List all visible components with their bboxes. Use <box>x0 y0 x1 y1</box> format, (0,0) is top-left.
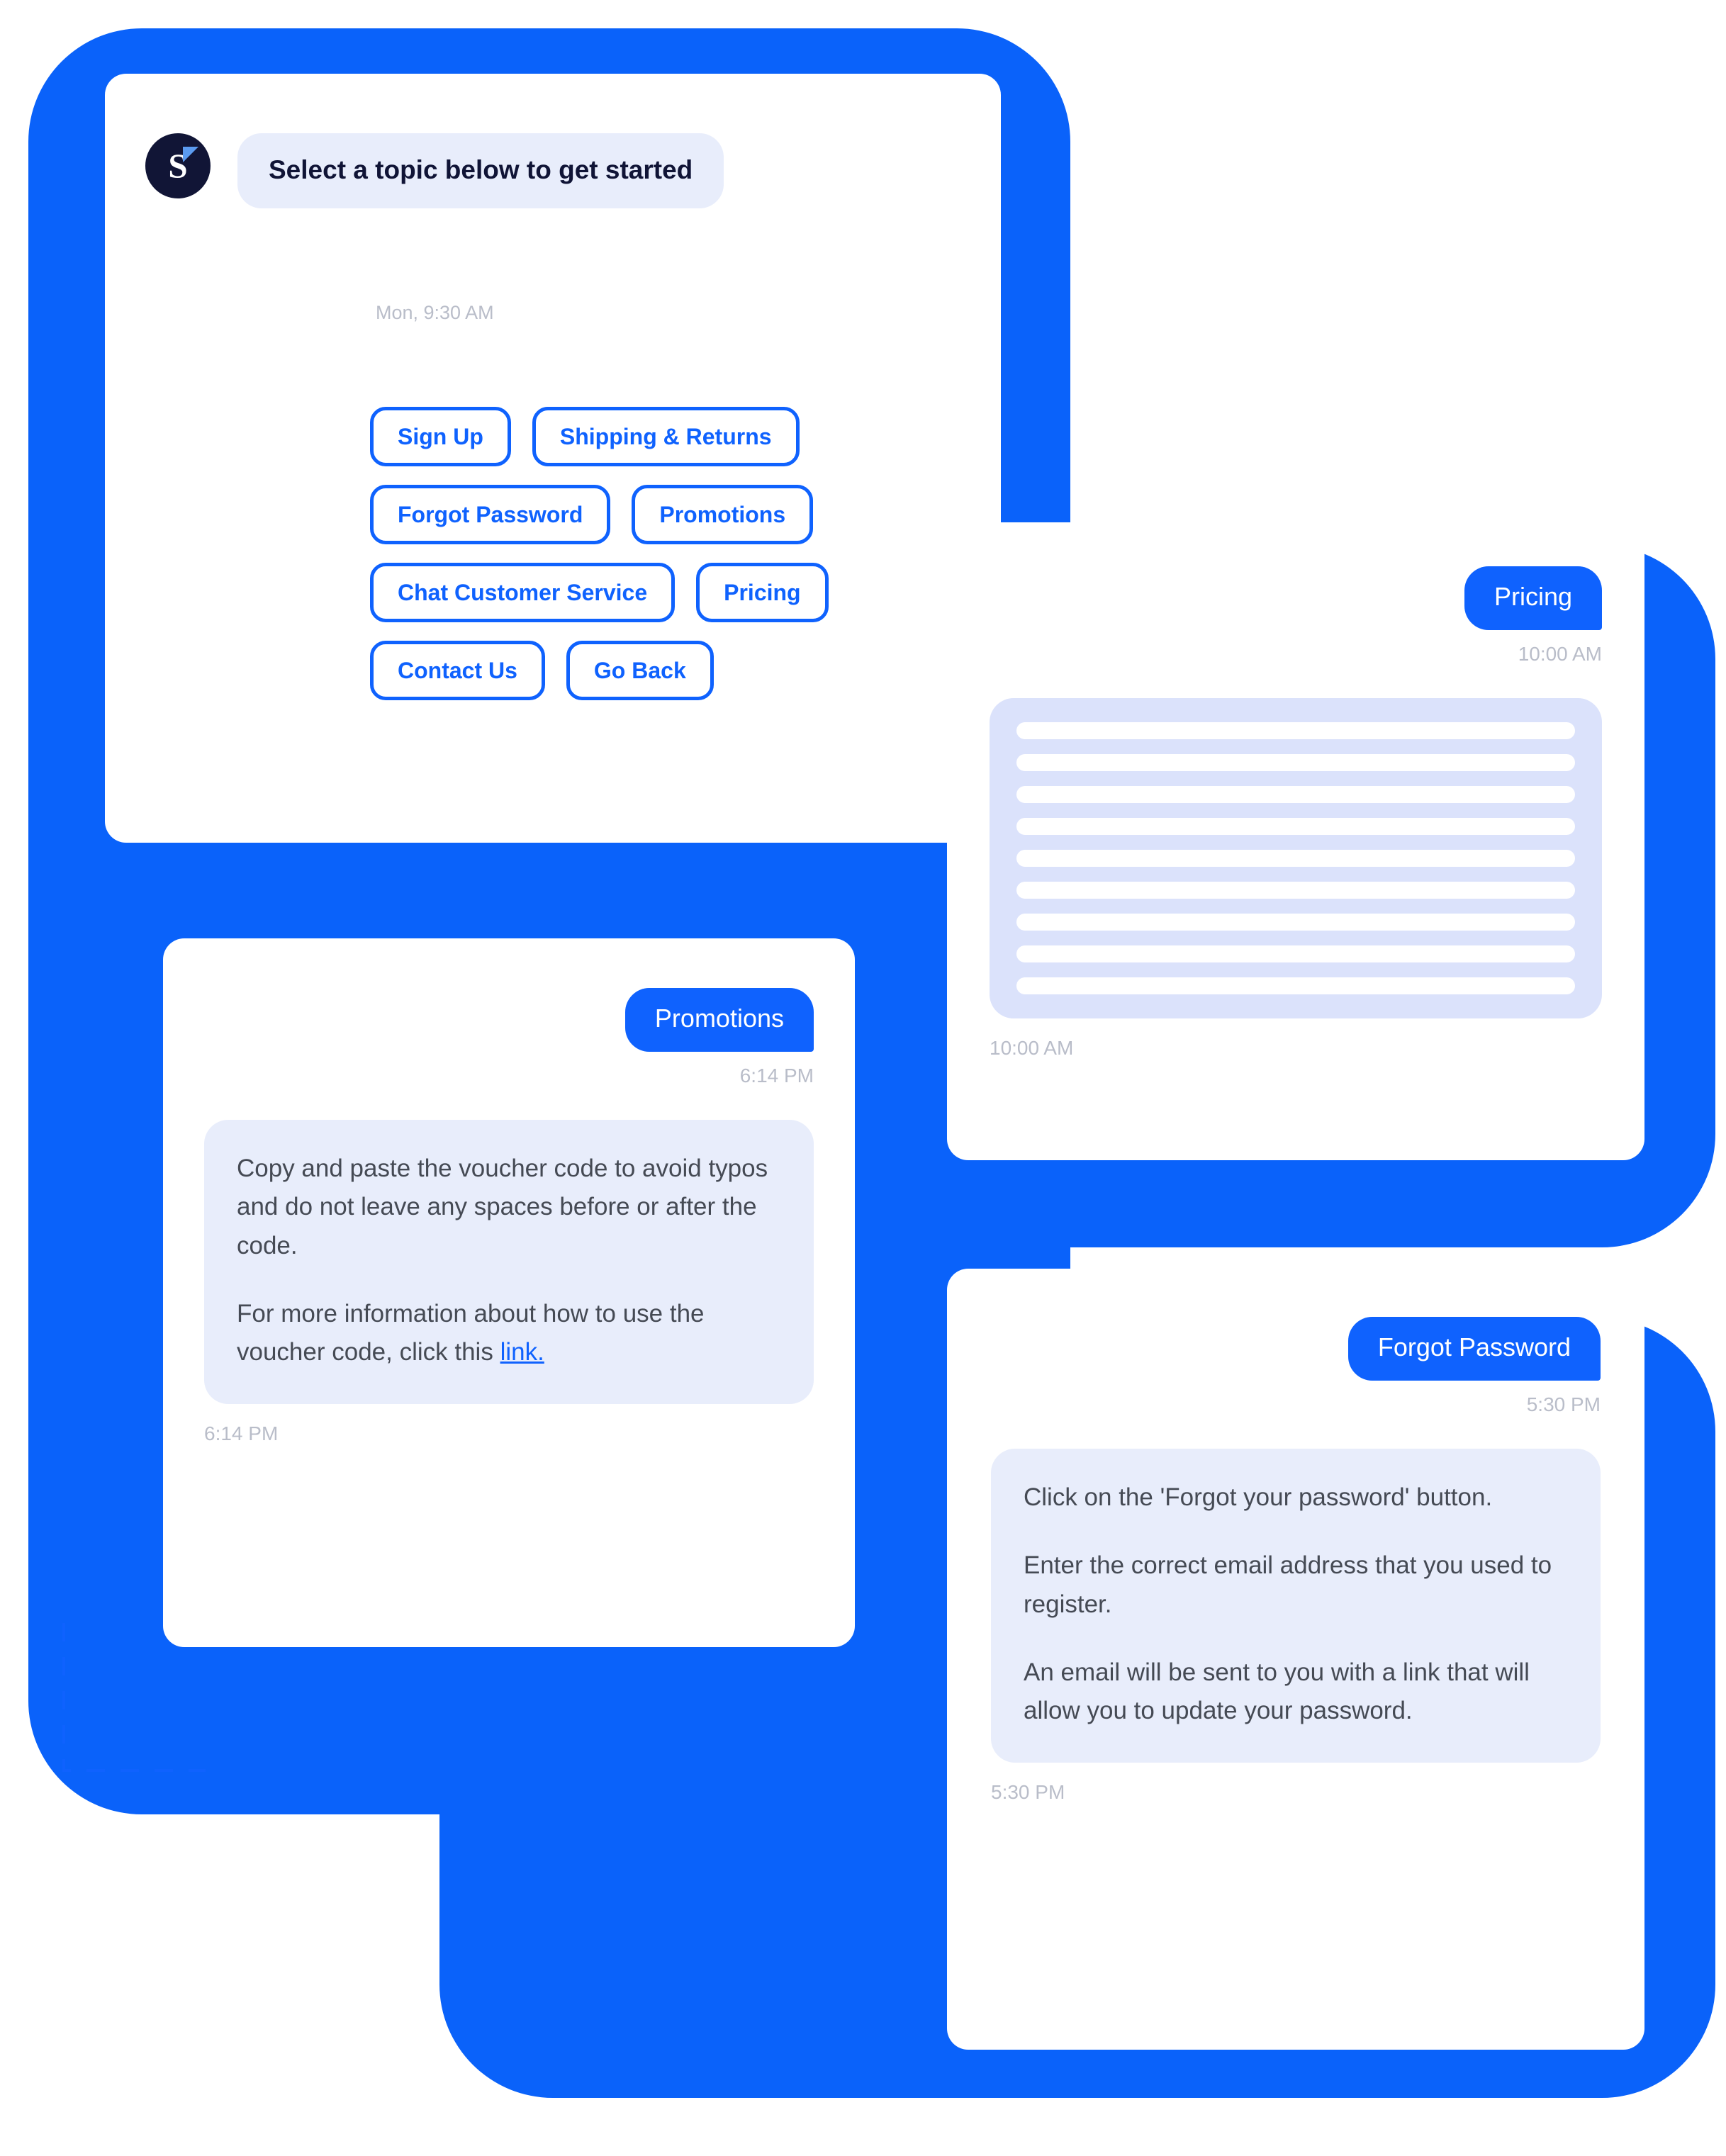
pricing-reply-timestamp: 10:00 AM <box>990 1037 1074 1059</box>
skeleton-line <box>1016 850 1575 867</box>
greeting-text: Select a topic below to get started <box>269 155 693 184</box>
forgot-sent-row: Forgot Password <box>991 1317 1601 1381</box>
promotions-sent-bubble: Promotions <box>624 988 814 1052</box>
forgot-reply-paragraph-2: Enter the correct email address that you… <box>1024 1551 1552 1618</box>
greeting-timestamp: Mon, 9:30 AM <box>376 302 494 323</box>
avatar-letter: S <box>168 146 188 186</box>
promotions-sent-timestamp: 6:14 PM <box>739 1065 814 1087</box>
forgot-reply-paragraph-3: An email will be sent to you with a link… <box>1024 1658 1530 1724</box>
promotions-reply-bubble: Copy and paste the voucher code to avoid… <box>204 1120 814 1405</box>
skeleton-line <box>1016 722 1575 739</box>
topic-row: Forgot Password Promotions <box>370 485 980 544</box>
topic-picker-card: S Select a topic below to get started Mo… <box>105 74 1001 843</box>
forgot-sent-bubble: Forgot Password <box>1347 1317 1601 1381</box>
avatar-accent-triangle-icon <box>183 147 198 162</box>
illustration-canvas: S Select a topic below to get started Mo… <box>0 0 1726 2156</box>
skeleton-line <box>1016 977 1575 994</box>
pricing-sent-bubble: Pricing <box>1464 566 1602 630</box>
greeting-row: S Select a topic below to get started <box>145 133 724 209</box>
skeleton-line <box>1016 818 1575 835</box>
topic-button-promotions[interactable]: Promotions <box>632 485 814 544</box>
promotions-reply-paragraph-1: Copy and paste the voucher code to avoid… <box>237 1155 768 1259</box>
forgot-reply-bubble: Click on the 'Forgot your password' butt… <box>991 1449 1601 1763</box>
forgot-password-chat-card: Forgot Password 5:30 PM Click on the 'Fo… <box>947 1269 1644 2050</box>
pricing-skeleton-bubble <box>990 698 1602 1018</box>
forgot-reply-paragraph-1: Click on the 'Forgot your password' butt… <box>1024 1483 1493 1511</box>
promotions-sent-row: Promotions <box>204 988 814 1052</box>
promotions-reply-timestamp: 6:14 PM <box>204 1422 279 1445</box>
topic-row: Chat Customer Service Pricing <box>370 563 980 622</box>
forgot-reply-timestamp: 5:30 PM <box>991 1781 1065 1804</box>
forgot-sent-timestamp: 5:30 PM <box>1526 1393 1601 1415</box>
pricing-chat-card: Pricing 10:00 AM 10:00 AM <box>947 522 1644 1160</box>
skeleton-line <box>1016 945 1575 962</box>
skeleton-line <box>1016 786 1575 803</box>
voucher-info-link[interactable]: link. <box>500 1338 544 1366</box>
topic-button-sign-up[interactable]: Sign Up <box>370 407 511 466</box>
pricing-sent-timestamp: 10:00 AM <box>1518 643 1602 665</box>
topic-button-chat-customer-service[interactable]: Chat Customer Service <box>370 563 676 622</box>
topic-row: Contact Us Go Back <box>370 641 980 700</box>
pricing-card-body: Pricing 10:00 AM 10:00 AM <box>947 522 1644 1060</box>
topic-button-shipping-returns[interactable]: Shipping & Returns <box>532 407 800 466</box>
topic-row: Sign Up Shipping & Returns <box>370 407 980 466</box>
topic-button-go-back[interactable]: Go Back <box>566 641 714 700</box>
topic-button-grid: Sign Up Shipping & Returns Forgot Passwo… <box>370 407 980 719</box>
forgot-card-body: Forgot Password 5:30 PM Click on the 'Fo… <box>947 1269 1644 1804</box>
skeleton-line <box>1016 754 1575 771</box>
topic-button-forgot-password[interactable]: Forgot Password <box>370 485 611 544</box>
greeting-bubble: Select a topic below to get started <box>237 133 724 209</box>
skeleton-line <box>1016 914 1575 931</box>
promotions-reply-paragraph-2-text: For more information about how to use th… <box>237 1299 705 1366</box>
promotions-card-body: Promotions 6:14 PM Copy and paste the vo… <box>163 938 855 1445</box>
topic-button-pricing[interactable]: Pricing <box>696 563 829 622</box>
promotions-reply-paragraph-2: For more information about how to use th… <box>237 1295 781 1372</box>
promotions-chat-card: Promotions 6:14 PM Copy and paste the vo… <box>163 938 855 1647</box>
brand-logo-icon: S <box>145 133 211 198</box>
pricing-sent-row: Pricing <box>990 566 1602 630</box>
topic-button-contact-us[interactable]: Contact Us <box>370 641 545 700</box>
skeleton-line <box>1016 882 1575 899</box>
